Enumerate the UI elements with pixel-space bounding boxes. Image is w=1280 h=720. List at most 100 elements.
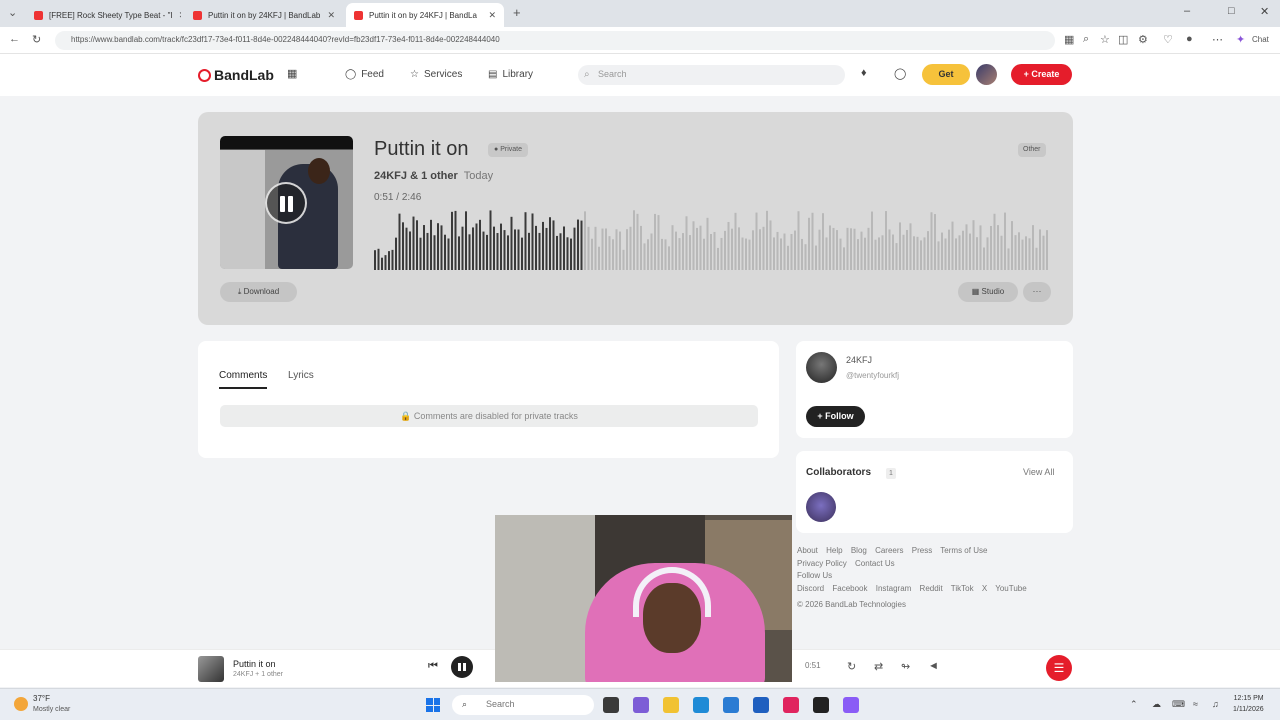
footer-link-about[interactable]: About	[797, 546, 818, 555]
shuffle-icon[interactable]: ⇄	[874, 660, 883, 673]
nav-services[interactable]: ☆ Services	[410, 69, 462, 80]
create-button[interactable]: + Create	[1011, 64, 1072, 85]
split-screen-icon[interactable]: ◫	[1118, 33, 1128, 46]
footer-link-help[interactable]: Help	[826, 546, 842, 555]
user-avatar[interactable]	[976, 64, 997, 85]
player-pause-button[interactable]	[451, 656, 473, 678]
artist-name[interactable]: 24KFJ	[846, 355, 872, 365]
profile-icon[interactable]: ●	[1186, 33, 1193, 45]
language-icon[interactable]: ⌨	[1172, 699, 1185, 710]
weather-icon[interactable]	[14, 697, 28, 711]
refresh-icon[interactable]: ↻	[32, 33, 41, 46]
nav-library[interactable]: ▤ Library	[488, 69, 533, 80]
waveform[interactable]	[374, 208, 1050, 270]
waveform-bar	[979, 225, 982, 270]
close-tab-icon[interactable]: ✕	[327, 10, 335, 21]
bell-icon[interactable]: ♦	[861, 67, 867, 79]
fl-studio-icon[interactable]	[813, 697, 829, 713]
nav-feed[interactable]: ◯ Feed	[345, 69, 384, 80]
download-button[interactable]: ⤓ Download	[220, 282, 297, 302]
footer-link-terms[interactable]: Terms of Use	[940, 546, 987, 555]
file-explorer-icon[interactable]	[663, 697, 679, 713]
volume-mute-icon[interactable]: ◄	[928, 660, 939, 672]
footer-link-youtube[interactable]: YouTube	[995, 584, 1026, 593]
footer-link-tiktok[interactable]: TikTok	[951, 584, 974, 593]
waveform-bar-played	[430, 219, 432, 270]
footer-link-privacy[interactable]: Privacy Policy	[797, 559, 847, 568]
apps-icon[interactable]: ▦	[1064, 33, 1074, 46]
browser-tab-2[interactable]: Puttin it on by 24KFJ | BandLab ✕	[185, 3, 343, 27]
minimize-icon[interactable]: –	[1184, 5, 1190, 17]
waveform-bar	[860, 231, 863, 270]
collections-icon[interactable]: ♡	[1163, 33, 1173, 46]
music-app-icon[interactable]	[783, 697, 799, 713]
messages-icon[interactable]: ◯	[894, 67, 906, 80]
zoom-icon[interactable]: ⌕	[1083, 33, 1089, 46]
copilot-icon[interactable]: ✦	[1236, 33, 1245, 46]
weather-temp[interactable]: 37°F	[33, 694, 50, 703]
maximize-icon[interactable]: □	[1228, 5, 1235, 17]
waveform-bar	[594, 226, 597, 270]
more-options-button[interactable]: ···	[1023, 282, 1051, 302]
player-track-title[interactable]: Puttin it on	[233, 659, 276, 669]
tab-lyrics[interactable]: Lyrics	[288, 370, 314, 381]
open-in-studio-button[interactable]: ▦ Studio	[958, 282, 1018, 302]
url-field[interactable]: https://www.bandlab.com/track/fc23df17-7…	[55, 31, 1055, 50]
artist-avatar[interactable]	[806, 352, 837, 383]
wifi-icon[interactable]: ≈	[1193, 699, 1198, 709]
tab-comments[interactable]: Comments	[219, 370, 268, 389]
start-button[interactable]	[426, 698, 440, 712]
queue-button[interactable]: ☰	[1046, 655, 1072, 681]
footer-link-reddit[interactable]: Reddit	[920, 584, 943, 593]
new-tab-button[interactable]: +	[513, 5, 521, 20]
menu-dots-icon[interactable]: ⋯	[1212, 33, 1223, 46]
pause-button[interactable]	[265, 182, 307, 224]
follow-button[interactable]: + Follow	[806, 406, 865, 427]
view-all-link[interactable]: View All	[1023, 467, 1054, 477]
close-window-icon[interactable]: ✕	[1260, 5, 1269, 18]
back-icon[interactable]: ←	[9, 33, 20, 45]
chat-label[interactable]: Chat	[1252, 35, 1269, 44]
cloud-icon[interactable]: ☁	[1152, 699, 1161, 710]
taskbar-clock[interactable]: 12:15 PM 1/11/2026	[1233, 693, 1264, 715]
favorite-star-icon[interactable]: ☆	[1100, 33, 1110, 46]
copilot-app-icon[interactable]	[633, 697, 649, 713]
task-view-icon[interactable]	[603, 697, 619, 713]
track-cover-image[interactable]	[220, 136, 353, 269]
track-artists[interactable]: 24KFJ & 1 other Today	[374, 170, 493, 182]
footer-link-facebook[interactable]: Facebook	[832, 584, 867, 593]
nav-library-label: Library	[502, 69, 534, 80]
close-tab-icon[interactable]: ✕	[179, 10, 181, 21]
outlook-icon[interactable]	[753, 697, 769, 713]
browser-tab-3-active[interactable]: Puttin it on by 24KFJ | BandLa ✕	[346, 3, 504, 27]
skip-icon[interactable]: ↬	[901, 660, 910, 673]
extensions-icon[interactable]: ⚙	[1138, 33, 1148, 46]
tray-overflow-icon[interactable]: ⌃	[1130, 699, 1138, 710]
footer-link-instagram[interactable]: Instagram	[876, 584, 912, 593]
tab-list-icon[interactable]: ⌄	[8, 6, 17, 19]
artists-label[interactable]: 24KFJ & 1 other	[374, 170, 458, 182]
collaborator-avatar[interactable]	[806, 492, 836, 522]
edge-icon[interactable]	[693, 697, 709, 713]
browser-tab-1[interactable]: [FREE] Rock Sheety Type Beat - "I ✕	[26, 3, 181, 27]
repeat-icon[interactable]: ↻	[847, 660, 856, 673]
footer-link-contact[interactable]: Contact Us	[855, 559, 895, 568]
footer-link-x[interactable]: X	[982, 584, 987, 593]
footer-link-blog[interactable]: Blog	[851, 546, 867, 555]
bandlab-logo[interactable]: BandLab	[198, 67, 274, 83]
get-membership-button[interactable]: Get	[922, 64, 970, 85]
previous-track-icon[interactable]: ⏮	[428, 660, 438, 673]
footer-link-discord[interactable]: Discord	[797, 584, 824, 593]
discord-icon[interactable]	[843, 697, 859, 713]
grid-menu-icon[interactable]: ▦	[287, 67, 297, 80]
search-input[interactable]: Search	[578, 65, 845, 85]
studio-label: Studio	[981, 287, 1005, 296]
footer-link-careers[interactable]: Careers	[875, 546, 903, 555]
player-thumbnail[interactable]	[198, 656, 224, 682]
footer-link-press[interactable]: Press	[912, 546, 932, 555]
close-tab-icon[interactable]: ✕	[488, 10, 496, 21]
volume-icon[interactable]: ♫	[1212, 699, 1219, 709]
store-icon[interactable]	[723, 697, 739, 713]
taskbar-search[interactable]: Search	[452, 695, 594, 715]
waveform-bar	[619, 231, 621, 270]
